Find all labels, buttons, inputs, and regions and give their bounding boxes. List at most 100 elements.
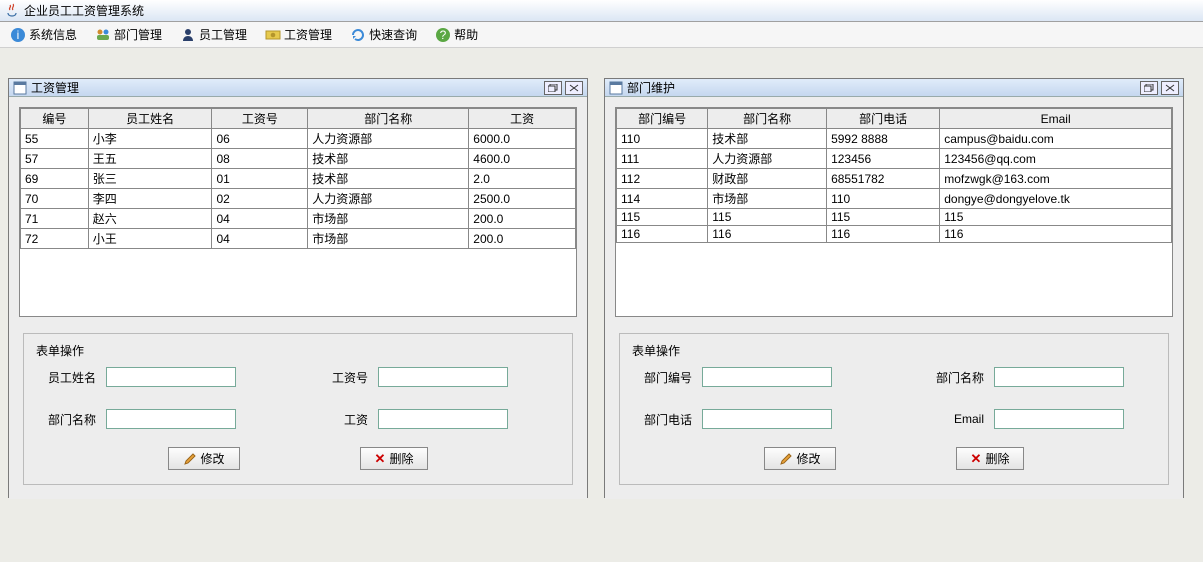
- cell: 财政部: [708, 169, 827, 189]
- info-icon: i: [10, 27, 26, 43]
- input-dept-name[interactable]: [994, 367, 1124, 387]
- col-header[interactable]: 部门编号: [617, 109, 708, 129]
- close-button[interactable]: [1161, 81, 1179, 95]
- col-header[interactable]: Email: [940, 109, 1172, 129]
- delete-button[interactable]: ✕ 删除: [956, 447, 1025, 470]
- menu-sysinfo[interactable]: i 系统信息: [6, 24, 81, 45]
- refresh-icon: [350, 27, 366, 43]
- app-titlebar: 企业员工工资管理系统: [0, 0, 1203, 22]
- dept-table-wrap[interactable]: 部门编号部门名称部门电话Email 110技术部5992 8888campus@…: [615, 107, 1173, 317]
- menu-label: 部门管理: [114, 26, 162, 43]
- menu-dept[interactable]: 部门管理: [91, 24, 166, 45]
- cell: 04: [212, 209, 308, 229]
- col-header[interactable]: 部门电话: [827, 109, 940, 129]
- btn-label: 修改: [201, 450, 225, 467]
- table-row[interactable]: 110技术部5992 8888campus@baidu.com: [617, 129, 1172, 149]
- cell: dongye@dongyelove.tk: [940, 189, 1172, 209]
- window-dept-titlebar[interactable]: 部门维护: [605, 79, 1183, 97]
- delete-button[interactable]: ✕ 删除: [360, 447, 429, 470]
- cell: 68551782: [827, 169, 940, 189]
- restore-button[interactable]: [544, 81, 562, 95]
- menu-label: 帮助: [454, 26, 478, 43]
- table-row[interactable]: 69张三01技术部2.0: [21, 169, 576, 189]
- cell: 06: [212, 129, 308, 149]
- table-row[interactable]: 111人力资源部123456123456@qq.com: [617, 149, 1172, 169]
- input-salary-id[interactable]: [378, 367, 508, 387]
- cell: 技术部: [308, 149, 469, 169]
- btn-label: 修改: [797, 450, 821, 467]
- cell: 116: [617, 226, 708, 243]
- table-row[interactable]: 70李四02人力资源部2500.0: [21, 189, 576, 209]
- menu-salary[interactable]: 工资管理: [261, 24, 336, 45]
- form-title: 表单操作: [36, 342, 560, 359]
- menu-label: 系统信息: [29, 26, 77, 43]
- table-row[interactable]: 112财政部68551782mofzwgk@163.com: [617, 169, 1172, 189]
- table-row[interactable]: 55小李06人力资源部6000.0: [21, 129, 576, 149]
- cell: 69: [21, 169, 89, 189]
- cell: 115: [708, 209, 827, 226]
- cell: 111: [617, 149, 708, 169]
- salary-table: 编号员工姓名工资号部门名称工资 55小李06人力资源部6000.057王五08技…: [20, 108, 576, 249]
- table-row[interactable]: 57王五08技术部4600.0: [21, 149, 576, 169]
- cell: 技术部: [308, 169, 469, 189]
- field-dept-email: Email: [924, 409, 1156, 429]
- btn-label: 删除: [985, 450, 1009, 467]
- label-emp-name: 员工姓名: [36, 369, 96, 386]
- cell: 人力资源部: [308, 129, 469, 149]
- cell: 72: [21, 229, 89, 249]
- input-dept-phone[interactable]: [702, 409, 832, 429]
- cell: 人力资源部: [708, 149, 827, 169]
- cell: 71: [21, 209, 89, 229]
- cell: mofzwgk@163.com: [940, 169, 1172, 189]
- col-header[interactable]: 部门名称: [308, 109, 469, 129]
- x-icon: ✕: [375, 451, 386, 467]
- field-dept-name: 部门名称: [924, 367, 1156, 387]
- frame-icon: [609, 81, 623, 95]
- edit-button[interactable]: 修改: [764, 447, 836, 470]
- table-row[interactable]: 114市场部110dongye@dongyelove.tk: [617, 189, 1172, 209]
- cell: campus@baidu.com: [940, 129, 1172, 149]
- col-header[interactable]: 部门名称: [708, 109, 827, 129]
- input-emp-name[interactable]: [106, 367, 236, 387]
- window-salary: 工资管理 编号员工姓名工资号部门名称工资 55小李06人力资源部6000.057…: [8, 78, 588, 498]
- cell: 114: [617, 189, 708, 209]
- input-dept-id[interactable]: [702, 367, 832, 387]
- window-dept: 部门维护 部门编号部门名称部门电话Email 110技术部5992 8888ca…: [604, 78, 1184, 498]
- input-salary[interactable]: [378, 409, 508, 429]
- table-row[interactable]: 71赵六04市场部200.0: [21, 209, 576, 229]
- menu-help[interactable]: ? 帮助: [431, 24, 482, 45]
- pencil-icon: [779, 452, 793, 466]
- salary-form: 表单操作 员工姓名 工资号 部门名称 工资: [23, 333, 573, 485]
- menu-emp[interactable]: 员工管理: [176, 24, 251, 45]
- cell: 70: [21, 189, 89, 209]
- person-icon: [180, 27, 196, 43]
- col-header[interactable]: 员工姓名: [88, 109, 212, 129]
- input-dept-name[interactable]: [106, 409, 236, 429]
- edit-button[interactable]: 修改: [168, 447, 240, 470]
- salary-table-wrap[interactable]: 编号员工姓名工资号部门名称工资 55小李06人力资源部6000.057王五08技…: [19, 107, 577, 317]
- cell: 200.0: [469, 229, 576, 249]
- close-button[interactable]: [565, 81, 583, 95]
- input-dept-email[interactable]: [994, 409, 1124, 429]
- field-dept-phone: 部门电话: [632, 409, 864, 429]
- col-header[interactable]: 工资号: [212, 109, 308, 129]
- cell: 110: [827, 189, 940, 209]
- cell: 57: [21, 149, 89, 169]
- menubar: i 系统信息 部门管理 员工管理 工资管理 快速查询 ? 帮助: [0, 22, 1203, 48]
- col-header[interactable]: 编号: [21, 109, 89, 129]
- label-dept-name: 部门名称: [36, 411, 96, 428]
- cell: 123456@qq.com: [940, 149, 1172, 169]
- col-header[interactable]: 工资: [469, 109, 576, 129]
- menu-query[interactable]: 快速查询: [346, 24, 421, 45]
- table-row[interactable]: 115115115115: [617, 209, 1172, 226]
- cell: 2.0: [469, 169, 576, 189]
- label-dept-id: 部门编号: [632, 369, 692, 386]
- table-row[interactable]: 72小王04市场部200.0: [21, 229, 576, 249]
- field-salary: 工资: [308, 409, 560, 429]
- restore-button[interactable]: [1140, 81, 1158, 95]
- label-dept-email: Email: [924, 412, 984, 426]
- btn-label: 删除: [389, 450, 413, 467]
- cell: 55: [21, 129, 89, 149]
- window-salary-titlebar[interactable]: 工资管理: [9, 79, 587, 97]
- table-row[interactable]: 116116116116: [617, 226, 1172, 243]
